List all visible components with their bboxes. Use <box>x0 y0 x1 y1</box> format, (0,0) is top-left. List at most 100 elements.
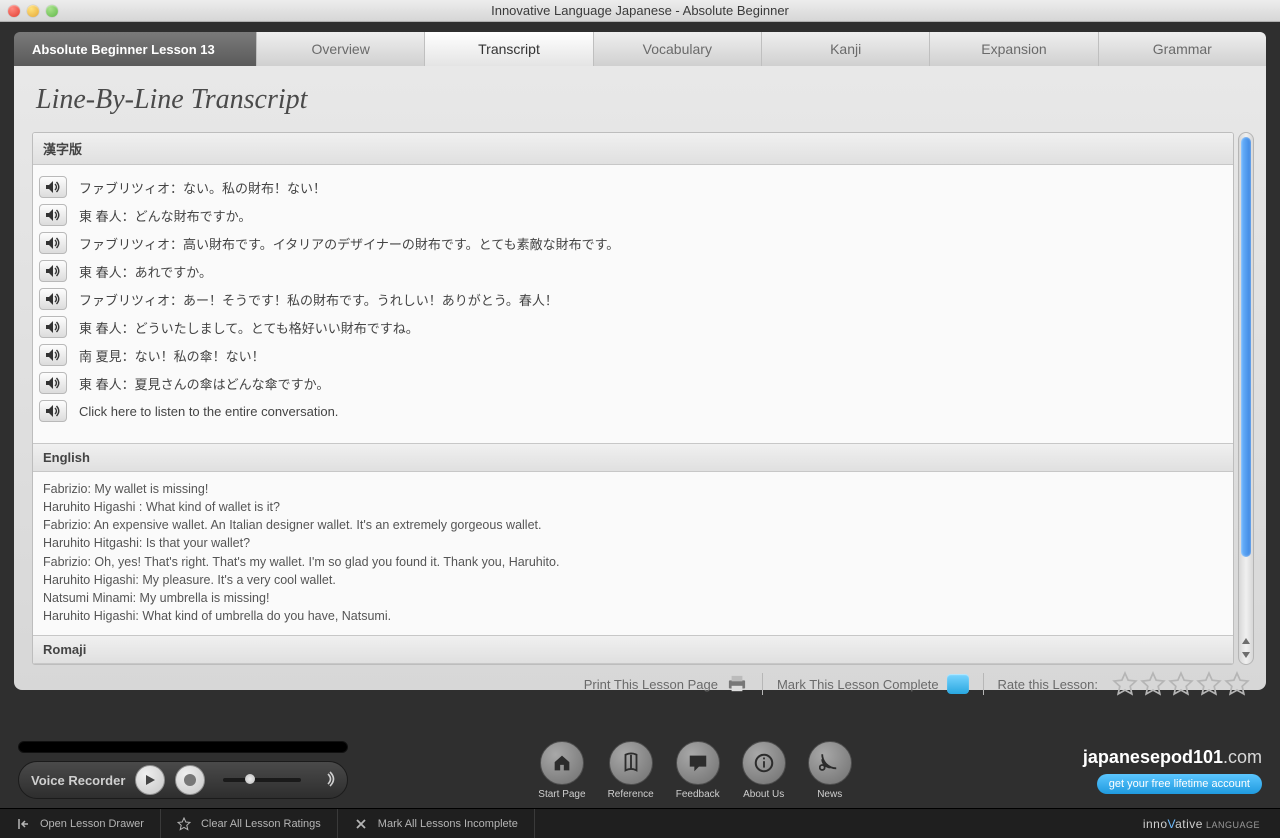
line-text: Click here to listen to the entire conve… <box>79 404 338 419</box>
rating-star[interactable] <box>1196 671 1222 697</box>
bottom-bar: Open Lesson Drawer Clear All Lesson Rati… <box>0 808 1280 838</box>
tab-vocabulary[interactable]: Vocabulary <box>593 32 761 66</box>
english-line: Fabrizio: My wallet is missing! <box>43 480 1223 498</box>
window-zoom-button[interactable] <box>46 5 58 17</box>
line-text: ファブリツィオ：ない。私の財布！ない！ <box>79 178 326 197</box>
record-icon <box>184 774 196 786</box>
content-card: Line-By-Line Transcript 漢字版 ファブリツィオ：ない。私… <box>14 66 1266 690</box>
transcript-line: 東 春人：どういたしまして。とても格好いい財布ですね。 <box>39 313 1227 341</box>
play-line-button[interactable] <box>39 344 67 366</box>
line-text: 東 春人：あれですか。 <box>79 262 212 281</box>
transcript-line: 東 春人：夏見さんの傘はどんな傘ですか。 <box>39 369 1227 397</box>
record-button[interactable] <box>175 765 205 795</box>
play-line-button[interactable] <box>39 372 67 394</box>
tab-transcript[interactable]: Transcript <box>424 32 592 66</box>
open-lesson-drawer-button[interactable]: Open Lesson Drawer <box>0 809 161 838</box>
transcript-line: Click here to listen to the entire conve… <box>39 397 1227 425</box>
line-text: 東 春人：どんな財布ですか。 <box>79 206 251 225</box>
play-line-button[interactable] <box>39 232 67 254</box>
mark-complete-label: Mark This Lesson Complete <box>777 677 939 692</box>
scroll-up-icon[interactable] <box>1241 636 1251 646</box>
line-text: ファブリツィオ：あー！そうです！私の財布です。うれしい！ありがとう。春人！ <box>79 290 558 309</box>
transcript-line: 東 春人：どんな財布ですか。 <box>39 201 1227 229</box>
transcript-line: ファブリツィオ：あー！そうです！私の財布です。うれしい！ありがとう。春人！ <box>39 285 1227 313</box>
rate-lesson: Rate this Lesson: <box>984 673 1254 695</box>
play-line-button[interactable] <box>39 176 67 198</box>
nav-about-us[interactable]: About Us <box>742 741 786 800</box>
rating-star[interactable] <box>1140 671 1166 697</box>
vertical-scrollbar[interactable] <box>1238 132 1254 665</box>
x-icon <box>354 817 368 831</box>
tab-kanji[interactable]: Kanji <box>761 32 929 66</box>
section-header-kanji: 漢字版 <box>33 133 1233 165</box>
transcript-line: 東 春人：あれですか。 <box>39 257 1227 285</box>
recorder-label: Voice Recorder <box>31 773 125 788</box>
mark-complete-button[interactable]: Mark This Lesson Complete <box>763 673 983 695</box>
reference-icon <box>609 741 653 785</box>
nav-label: About Us <box>743 789 784 800</box>
nav-news[interactable]: News <box>808 741 852 800</box>
rating-star[interactable] <box>1168 671 1194 697</box>
english-line: Haruhito Higashi: My pleasure. It's a ve… <box>43 571 1223 589</box>
line-text: 東 春人：夏見さんの傘はどんな傘ですか。 <box>79 374 329 393</box>
sound-icon <box>319 771 335 790</box>
rate-label: Rate this Lesson: <box>998 677 1098 692</box>
tab-bar: Absolute Beginner Lesson 13 OverviewTran… <box>14 32 1266 66</box>
news-icon <box>808 741 852 785</box>
english-line: Fabrizio: Oh, yes! That's right. That's … <box>43 553 1223 571</box>
play-line-button[interactable] <box>39 204 67 226</box>
play-line-button[interactable] <box>39 316 67 338</box>
window-title: Innovative Language Japanese - Absolute … <box>0 3 1280 18</box>
play-line-button[interactable] <box>39 288 67 310</box>
print-label: Print This Lesson Page <box>584 677 718 692</box>
tab-expansion[interactable]: Expansion <box>929 32 1097 66</box>
english-line: Haruhito Hitgashi: Is that your wallet? <box>43 534 1223 552</box>
nav-label: Start Page <box>538 789 585 800</box>
nav-reference[interactable]: Reference <box>608 741 654 800</box>
voice-recorder: Voice Recorder <box>18 761 348 799</box>
page-title: Line-By-Line Transcript <box>32 66 1254 132</box>
line-text: 南 夏見：ない！私の傘！ない！ <box>79 346 265 365</box>
control-deck: Voice Recorder Start Page Reference Feedba… <box>0 728 1280 808</box>
volume-slider[interactable] <box>223 778 301 782</box>
mark-incomplete-button[interactable]: Mark All Lessons Incomplete <box>338 809 535 838</box>
rating-star[interactable] <box>1224 671 1250 697</box>
window-close-button[interactable] <box>8 5 20 17</box>
transcript-line: ファブリツィオ：高い財布です。イタリアのデザイナーの財布です。とても素敵な財布で… <box>39 229 1227 257</box>
drawer-icon <box>16 817 30 831</box>
print-lesson-button[interactable]: Print This Lesson Page <box>570 673 762 695</box>
nav-start-page[interactable]: Start Page <box>538 741 585 800</box>
transcript-line: 南 夏見：ない！私の傘！ない！ <box>39 341 1227 369</box>
brand-site[interactable]: japanesepod101.com <box>1083 747 1262 768</box>
brand-footer: innoVative LANGUAGE <box>1143 817 1280 831</box>
printer-icon <box>726 675 748 693</box>
nav-label: Reference <box>608 789 654 800</box>
window-minimize-button[interactable] <box>27 5 39 17</box>
english-line: Haruhito Higashi : What kind of wallet i… <box>43 498 1223 516</box>
start-page-icon <box>540 741 584 785</box>
cta-button[interactable]: get your free lifetime account <box>1097 774 1262 794</box>
line-text: ファブリツィオ：高い財布です。イタリアのデザイナーの財布です。とても素敵な財布で… <box>79 234 619 253</box>
tab-grammar[interactable]: Grammar <box>1098 32 1266 66</box>
transcript-line: ファブリツィオ：ない。私の財布！ない！ <box>39 173 1227 201</box>
play-line-button[interactable] <box>39 400 67 422</box>
scroll-down-icon[interactable] <box>1241 650 1251 660</box>
rating-star[interactable] <box>1112 671 1138 697</box>
play-button[interactable] <box>135 765 165 795</box>
english-line: Haruhito Higashi: What kind of umbrella … <box>43 607 1223 625</box>
transcript-content: 漢字版 ファブリツィオ：ない。私の財布！ない！ 東 春人：どんな財布ですか。ファブ… <box>32 132 1234 665</box>
nav-feedback[interactable]: Feedback <box>676 741 720 800</box>
tab-overview[interactable]: Overview <box>256 32 424 66</box>
line-text: 東 春人：どういたしまして。とても格好いい財布ですね。 <box>79 318 419 337</box>
play-line-button[interactable] <box>39 260 67 282</box>
about-us-icon <box>742 741 786 785</box>
english-line: Natsumi Minami: My umbrella is missing! <box>43 589 1223 607</box>
clear-ratings-button[interactable]: Clear All Lesson Ratings <box>161 809 338 838</box>
card-footer: Print This Lesson Page Mark This Lesson … <box>32 665 1254 695</box>
nav-label: Feedback <box>676 789 720 800</box>
play-icon <box>144 774 156 786</box>
complete-toggle-icon <box>947 674 969 694</box>
star-outline-icon <box>177 817 191 831</box>
playback-progress[interactable] <box>18 741 348 753</box>
scrollbar-thumb[interactable] <box>1241 137 1251 557</box>
